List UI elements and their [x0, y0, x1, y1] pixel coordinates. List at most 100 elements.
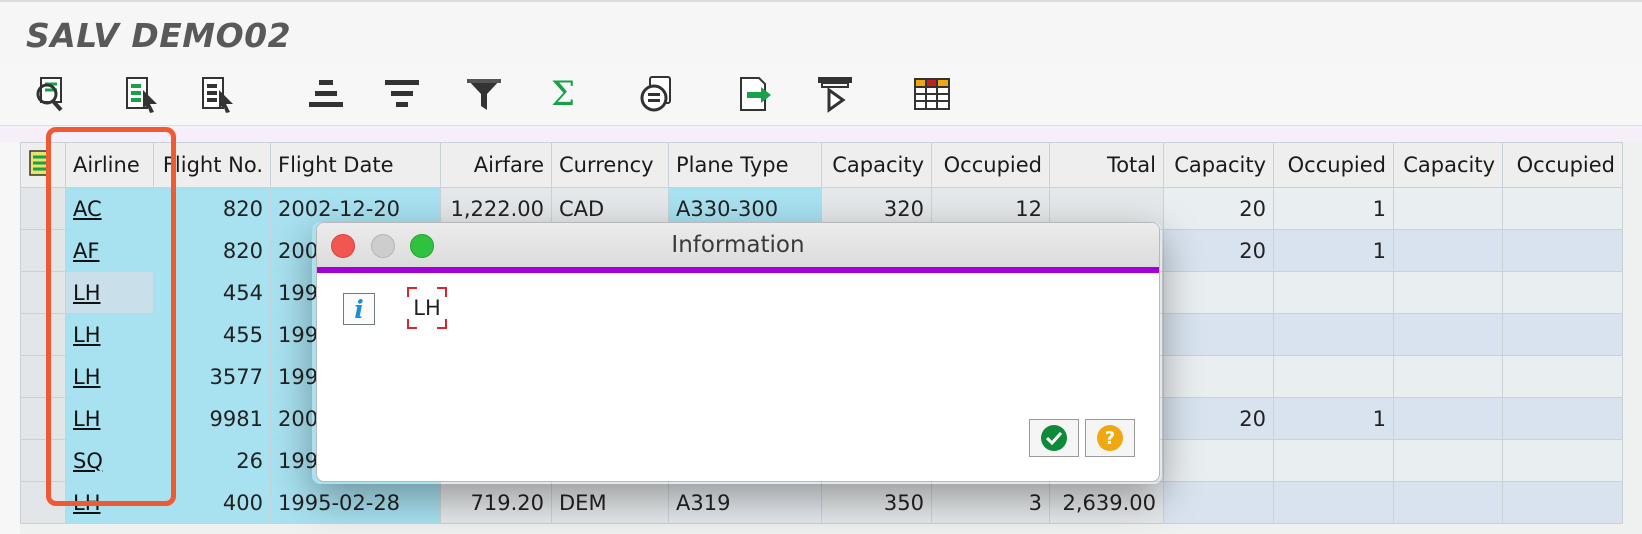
table-row[interactable]: LH 400 1995-02-28 719.20 DEM A319 350 3 2,639.00	[20, 481, 1623, 524]
cell-occupied2	[1273, 439, 1394, 482]
column-header[interactable]: Airline	[65, 142, 154, 188]
column-header[interactable]: Plane Type	[668, 142, 822, 188]
checkmark-icon	[1041, 425, 1067, 451]
message-text: LH	[413, 296, 441, 320]
cell-airline: LH	[65, 313, 154, 356]
cell-occupied2: 1	[1273, 397, 1394, 440]
minimize-window-icon[interactable]	[371, 234, 395, 258]
cell-flight-no: 454	[153, 271, 271, 314]
help-button[interactable]: ?	[1085, 419, 1135, 457]
cell-airline: AC	[65, 187, 154, 230]
cell-occupied3	[1502, 271, 1623, 314]
cell-airfare: 719.20	[440, 481, 552, 524]
filter-lines-icon[interactable]	[378, 71, 426, 117]
column-header[interactable]: Occupied	[1273, 142, 1394, 188]
airline-link[interactable]: LH	[73, 407, 101, 431]
information-dialog: Information i LH ?	[316, 222, 1160, 482]
sort-ascending-icon[interactable]	[117, 71, 165, 117]
airline-link[interactable]: LH	[73, 281, 101, 305]
cell-flight-no: 26	[153, 439, 271, 482]
title-bar: SALV DEMO02	[0, 0, 1642, 65]
row-selector[interactable]	[20, 229, 66, 272]
cell-flight-no: 455	[153, 313, 271, 356]
export-icon[interactable]	[731, 71, 779, 117]
information-icon: i	[343, 293, 375, 325]
cell-capacity2	[1163, 481, 1274, 524]
airline-link[interactable]: LH	[73, 365, 101, 389]
column-header[interactable]: Total	[1049, 142, 1164, 188]
cell-capacity3	[1393, 397, 1503, 440]
cell-occupied2	[1273, 355, 1394, 398]
column-header[interactable]: Currency	[551, 142, 669, 188]
header-row: Airline Flight No. Flight Date Airfare C…	[20, 142, 1623, 188]
row-selector[interactable]	[20, 355, 66, 398]
column-header[interactable]: Capacity	[1393, 142, 1503, 188]
details-icon[interactable]	[27, 71, 75, 117]
cell-occupied2	[1273, 481, 1394, 524]
cell-capacity3	[1393, 355, 1503, 398]
cell-capacity3	[1393, 481, 1503, 524]
column-header[interactable]: Occupied	[1502, 142, 1623, 188]
cell-capacity: 350	[821, 481, 932, 524]
row-selector[interactable]	[20, 271, 66, 314]
toolbar: Σ	[0, 63, 1642, 126]
grid-view-icon[interactable]	[908, 71, 956, 117]
cell-airline: SQ	[65, 439, 154, 482]
cell-capacity2	[1163, 355, 1274, 398]
cell-airline: LH	[65, 355, 154, 398]
cell-currency: DEM	[551, 481, 669, 524]
row-selector[interactable]	[20, 187, 66, 230]
cell-capacity3	[1393, 229, 1503, 272]
column-header[interactable]: Capacity	[821, 142, 932, 188]
cell-capacity2	[1163, 313, 1274, 356]
column-header[interactable]: Flight Date	[270, 142, 441, 188]
center-align-icon[interactable]	[302, 71, 350, 117]
cell-occupied3	[1502, 187, 1623, 230]
info-glyph: i	[354, 294, 364, 324]
separator-strip	[0, 126, 1642, 142]
column-header[interactable]: Occupied	[931, 142, 1050, 188]
cell-occupied2	[1273, 271, 1394, 314]
question-icon: ?	[1097, 425, 1123, 451]
cell-occupied3	[1502, 481, 1623, 524]
cell-occupied3	[1502, 313, 1623, 356]
cell-occupied2: 1	[1273, 187, 1394, 230]
cell-flight-no: 9981	[153, 397, 271, 440]
ok-button[interactable]	[1029, 419, 1079, 457]
sort-descending-icon[interactable]	[193, 71, 241, 117]
column-header[interactable]: Flight No.	[153, 142, 271, 188]
print-preview-icon[interactable]	[634, 71, 682, 117]
cell-capacity3	[1393, 271, 1503, 314]
column-header[interactable]: Airfare	[440, 142, 552, 188]
sum-icon[interactable]: Σ	[539, 71, 587, 117]
airline-link[interactable]: LH	[73, 491, 101, 515]
message-field: LH	[407, 287, 447, 329]
airline-link[interactable]: AF	[73, 239, 99, 263]
airline-link[interactable]: SQ	[73, 449, 103, 473]
app-title: SALV DEMO02	[26, 16, 292, 55]
row-selector[interactable]	[20, 439, 66, 482]
cell-occupied3	[1502, 229, 1623, 272]
airline-link[interactable]: LH	[73, 323, 101, 347]
select-all-icon[interactable]	[20, 142, 66, 188]
cell-capacity2: 20	[1163, 229, 1274, 272]
filter-icon[interactable]	[460, 71, 508, 117]
maximize-window-icon[interactable]	[410, 234, 434, 258]
cell-flight-date: 1995-02-28	[270, 481, 441, 524]
row-selector[interactable]	[20, 397, 66, 440]
row-selector[interactable]	[20, 313, 66, 356]
cell-flight-no: 820	[153, 229, 271, 272]
dialog-title: Information	[671, 232, 805, 258]
row-selector[interactable]	[20, 481, 66, 524]
airline-link[interactable]: AC	[73, 197, 102, 221]
close-window-icon[interactable]	[331, 234, 355, 258]
cell-airline: LH	[65, 271, 154, 314]
column-header[interactable]: Capacity	[1163, 142, 1274, 188]
layout-icon[interactable]	[811, 71, 859, 117]
cell-airline: AF	[65, 229, 154, 272]
cell-occupied3	[1502, 439, 1623, 482]
cell-airline: LH	[65, 397, 154, 440]
cell-occupied2: 1	[1273, 229, 1394, 272]
cell-airline: LH	[65, 481, 154, 524]
cell-capacity3	[1393, 187, 1503, 230]
